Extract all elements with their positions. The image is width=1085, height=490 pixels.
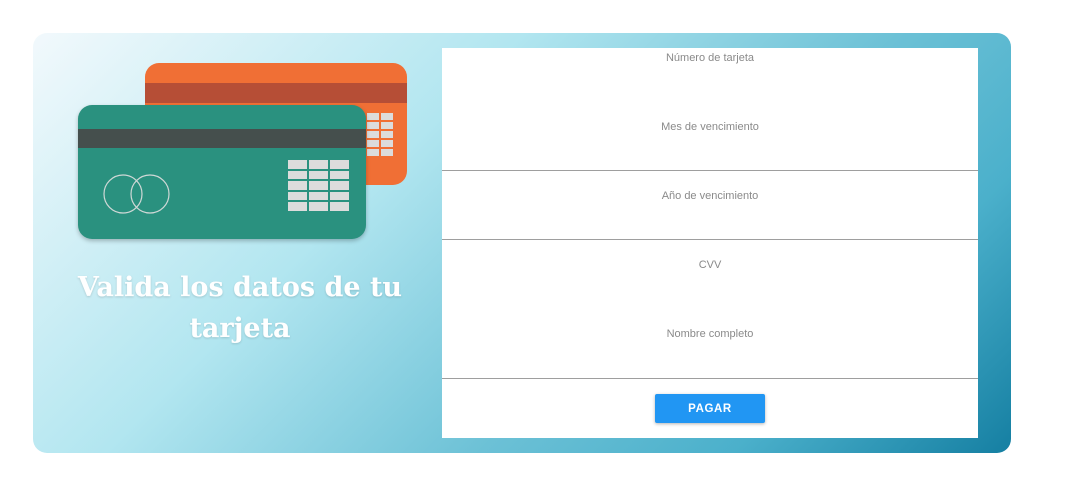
payment-panel: Valida los datos de tu tarjeta Número de… <box>33 33 1011 453</box>
card-logo-circles <box>103 174 170 214</box>
page-title: Valida los datos de tu tarjeta <box>77 272 403 344</box>
full-name-field[interactable]: Nombre completo <box>442 308 978 378</box>
divider <box>442 378 978 379</box>
expiry-year-field[interactable]: Año de vencimiento <box>442 171 978 239</box>
cvv-label: CVV <box>698 259 722 271</box>
back-card-magnetic-stripe <box>145 83 407 103</box>
expiry-year-label: Año de vencimiento <box>661 190 759 202</box>
expiry-month-label: Mes de vencimiento <box>661 121 759 133</box>
front-card-keypad <box>288 160 349 211</box>
front-card <box>78 105 366 239</box>
pay-button[interactable]: PAGAR <box>655 394 765 423</box>
back-card-keypad <box>367 113 393 156</box>
card-number-label: Número de tarjeta <box>665 52 755 64</box>
front-card-magnetic-stripe <box>78 129 366 148</box>
full-name-label: Nombre completo <box>666 328 754 340</box>
credit-cards-icon <box>75 61 415 251</box>
payment-form: Número de tarjeta Mes de vencimiento Año… <box>442 48 978 438</box>
cvv-field[interactable]: CVV <box>442 240 978 300</box>
expiry-month-field[interactable]: Mes de vencimiento <box>442 108 978 168</box>
